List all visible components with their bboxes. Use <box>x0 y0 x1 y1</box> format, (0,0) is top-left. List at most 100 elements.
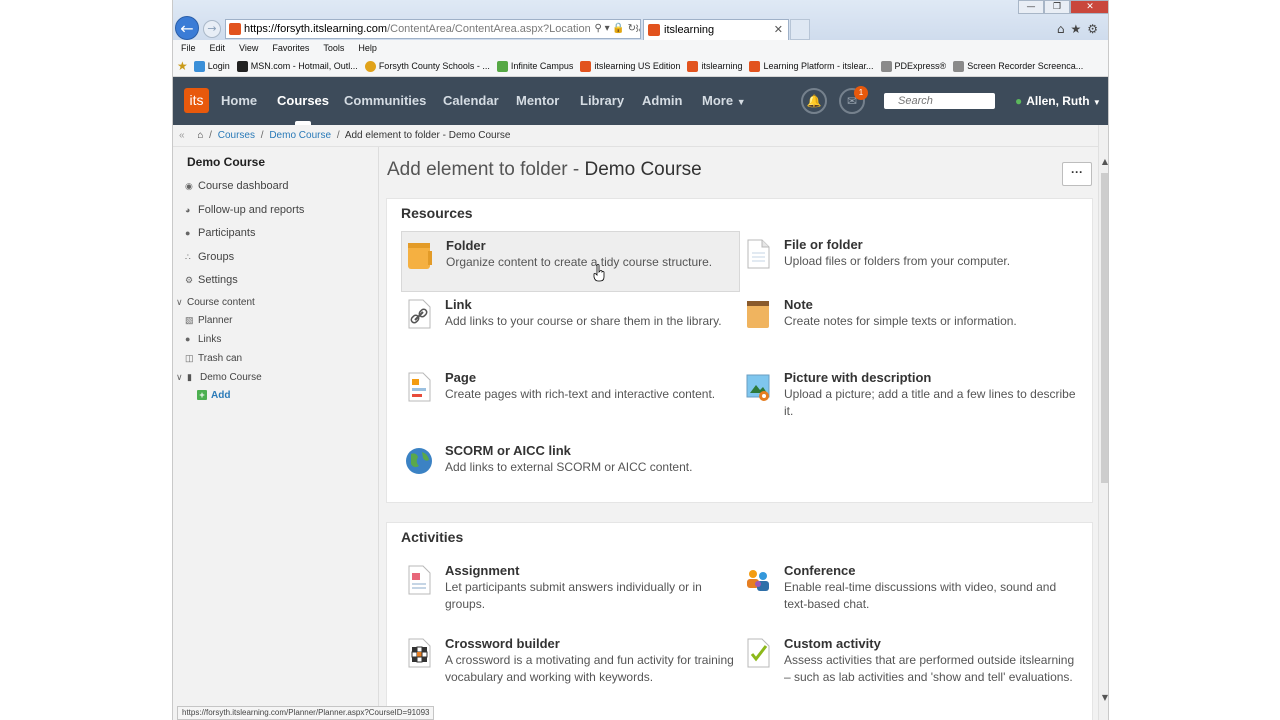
favorite-label: itslearning <box>701 61 743 71</box>
item-name: Link <box>445 297 472 312</box>
sidebar-item-links[interactable]: ● Links <box>185 334 221 345</box>
item-name: Conference <box>784 563 856 578</box>
sidebar-item-groups[interactable]: ∴ Groups <box>185 251 234 263</box>
item-description: A crossword is a motivating and fun acti… <box>445 653 734 684</box>
sidebar-add-button[interactable]: + Add <box>197 390 230 401</box>
breadcrumb-courses[interactable]: Courses <box>218 130 255 141</box>
scroll-up-icon[interactable]: ▲ <box>1099 157 1108 166</box>
address-bar[interactable]: https://forsyth.itslearning.com/ContentA… <box>225 19 641 39</box>
favorite-link[interactable]: Infinite Campus <box>496 57 573 76</box>
item-name: Assignment <box>445 563 520 578</box>
favorite-link[interactable]: itslearning <box>687 57 742 76</box>
favorite-link[interactable]: Learning Platform - itslear... <box>749 57 874 76</box>
nav-more[interactable]: More ▼ <box>702 77 746 125</box>
nav-courses[interactable]: Courses <box>277 77 329 125</box>
nav-home[interactable]: Home <box>221 77 257 125</box>
resource-item-folder[interactable]: Folder Organize content to create a tidy… <box>401 231 740 292</box>
breadcrumb-current: Add element to folder - Demo Course <box>344 130 511 141</box>
folder-icon: ▮ <box>187 372 192 382</box>
sidebar-course-title[interactable]: Demo Course <box>187 155 265 169</box>
close-tab-icon[interactable]: ✕ <box>774 20 783 40</box>
tab-favicon-icon <box>648 24 660 36</box>
address-bar-icons[interactable]: ⚲ ▾ 🔒 ↻ <box>590 20 636 38</box>
globe-icon: ● <box>185 334 191 344</box>
activity-item-custom[interactable]: Custom activity Assess activities that a… <box>740 630 1079 691</box>
restore-icon[interactable]: ❐ <box>1044 0 1070 14</box>
sidebar-item-course-dashboard[interactable]: ◉ Course dashboard <box>185 180 289 192</box>
menu-favorites[interactable]: Favorites <box>272 40 309 57</box>
sidebar-item-planner[interactable]: ▧ Planner <box>185 315 232 326</box>
note-icon <box>747 301 769 328</box>
sidebar-folder-demo-course[interactable]: ∨ ▮ Demo Course <box>176 372 262 383</box>
forward-arrow-icon[interactable]: → <box>203 20 221 38</box>
sidebar-section-course-content[interactable]: ∨ Course content <box>176 297 255 308</box>
close-window-icon[interactable]: ✕ <box>1070 0 1108 14</box>
activity-item-assignment[interactable]: Assignment Let participants submit answe… <box>401 557 740 618</box>
resource-item-note[interactable]: Note Create notes for simple texts or in… <box>740 291 1079 335</box>
planner-icon: ▧ <box>185 315 194 325</box>
user-name: Allen, Ruth <box>1026 94 1090 108</box>
search-input[interactable] <box>884 93 995 109</box>
sidebar-folder-label: Demo Course <box>200 372 262 383</box>
sidebar-item-follow-up[interactable]: ◕ Follow-up and reports <box>185 204 304 216</box>
menu-tools[interactable]: Tools <box>323 40 344 57</box>
browser-tab[interactable]: itslearning ✕ <box>643 19 789 40</box>
scroll-down-icon[interactable]: ▼ <box>1099 693 1108 702</box>
favorite-link[interactable]: Screen Recorder Screenca... <box>953 57 1083 76</box>
resources-heading: Resources <box>401 205 473 221</box>
sidebar-item-settings[interactable]: ⚙ Settings <box>185 274 238 286</box>
gear-icon: ⚙ <box>185 275 194 285</box>
resource-item-scorm[interactable]: SCORM or AICC link Add links to external… <box>401 437 740 481</box>
home-icon[interactable]: ⌂ <box>1057 22 1071 36</box>
bell-icon[interactable]: 🔔 <box>801 88 827 114</box>
activity-item-conference[interactable]: Conference Enable real-time discussions … <box>740 557 1079 618</box>
vertical-scrollbar[interactable]: ▲ ▼ <box>1098 125 1108 720</box>
favorites-star-icon[interactable]: ★ <box>177 57 188 76</box>
favorite-link[interactable]: Forsyth County Schools - ... <box>364 57 490 76</box>
gear-icon[interactable]: ⚙ <box>1087 22 1104 36</box>
hand-cursor-icon <box>593 264 605 282</box>
nav-library[interactable]: Library <box>580 77 624 125</box>
sidebar-item-participants[interactable]: ● Participants <box>185 227 255 239</box>
resource-item-file-or-folder[interactable]: File or folder Upload files or folders f… <box>740 231 1079 275</box>
favorite-link[interactable]: MSN.com - Hotmail, Outl... <box>236 57 358 76</box>
menu-edit[interactable]: Edit <box>210 40 226 57</box>
favorite-link[interactable]: itslearning US Edition <box>580 57 680 76</box>
favorite-link[interactable]: Login <box>193 57 230 76</box>
breadcrumb-separator: / <box>336 130 340 141</box>
menu-file[interactable]: File <box>181 40 196 57</box>
collapse-sidebar-icon[interactable]: « <box>179 130 185 141</box>
nav-communities[interactable]: Communities <box>344 77 426 125</box>
itslearning-logo[interactable]: its <box>184 88 209 113</box>
resource-item-page[interactable]: Page Create pages with rich-text and int… <box>401 364 740 408</box>
sidebar-item-label: Follow-up and reports <box>198 204 305 216</box>
menu-view[interactable]: View <box>239 40 258 57</box>
favorite-link[interactable]: PDExpress® <box>880 57 946 76</box>
resource-item-link[interactable]: Link Add links to your course or share t… <box>401 291 740 335</box>
favorite-label: Forsyth County Schools - ... <box>378 61 490 71</box>
breadcrumb-demo-course[interactable]: Demo Course <box>269 130 331 141</box>
item-description: Upload files or folders from your comput… <box>784 254 1011 268</box>
more-options-button[interactable]: ··· <box>1062 162 1092 186</box>
item-name: File or folder <box>784 237 863 252</box>
item-name: Picture with description <box>784 370 932 385</box>
activity-item-crossword[interactable]: Crossword builder A crossword is a motiv… <box>401 630 740 691</box>
sidebar-item-trash-can[interactable]: ◫ Trash can <box>185 353 242 364</box>
nav-mentor[interactable]: Mentor <box>516 77 559 125</box>
new-tab-button[interactable] <box>790 19 810 40</box>
sidebar-item-label: Course dashboard <box>198 180 289 192</box>
back-arrow-icon[interactable]: ← <box>175 16 199 40</box>
sidebar-section-label: Course content <box>187 297 255 308</box>
breadcrumb: « ⌂ / Courses / Demo Course / Add elemen… <box>173 125 1108 147</box>
resource-item-picture[interactable]: Picture with description Upload a pictur… <box>740 364 1079 425</box>
minimize-icon[interactable]: — <box>1018 0 1044 14</box>
nav-admin[interactable]: Admin <box>642 77 682 125</box>
favorite-label: Learning Platform - itslear... <box>763 61 874 71</box>
star-icon[interactable]: ★ <box>1070 22 1087 36</box>
scrollbar-thumb[interactable] <box>1101 173 1108 483</box>
nav-calendar[interactable]: Calendar <box>443 77 499 125</box>
user-menu[interactable]: ● Allen, Ruth ▼ <box>1015 77 1101 127</box>
activities-section: Activities Assignment Let participants s… <box>386 522 1093 720</box>
menu-help[interactable]: Help <box>358 40 377 57</box>
home-icon[interactable]: ⌂ <box>197 130 203 141</box>
